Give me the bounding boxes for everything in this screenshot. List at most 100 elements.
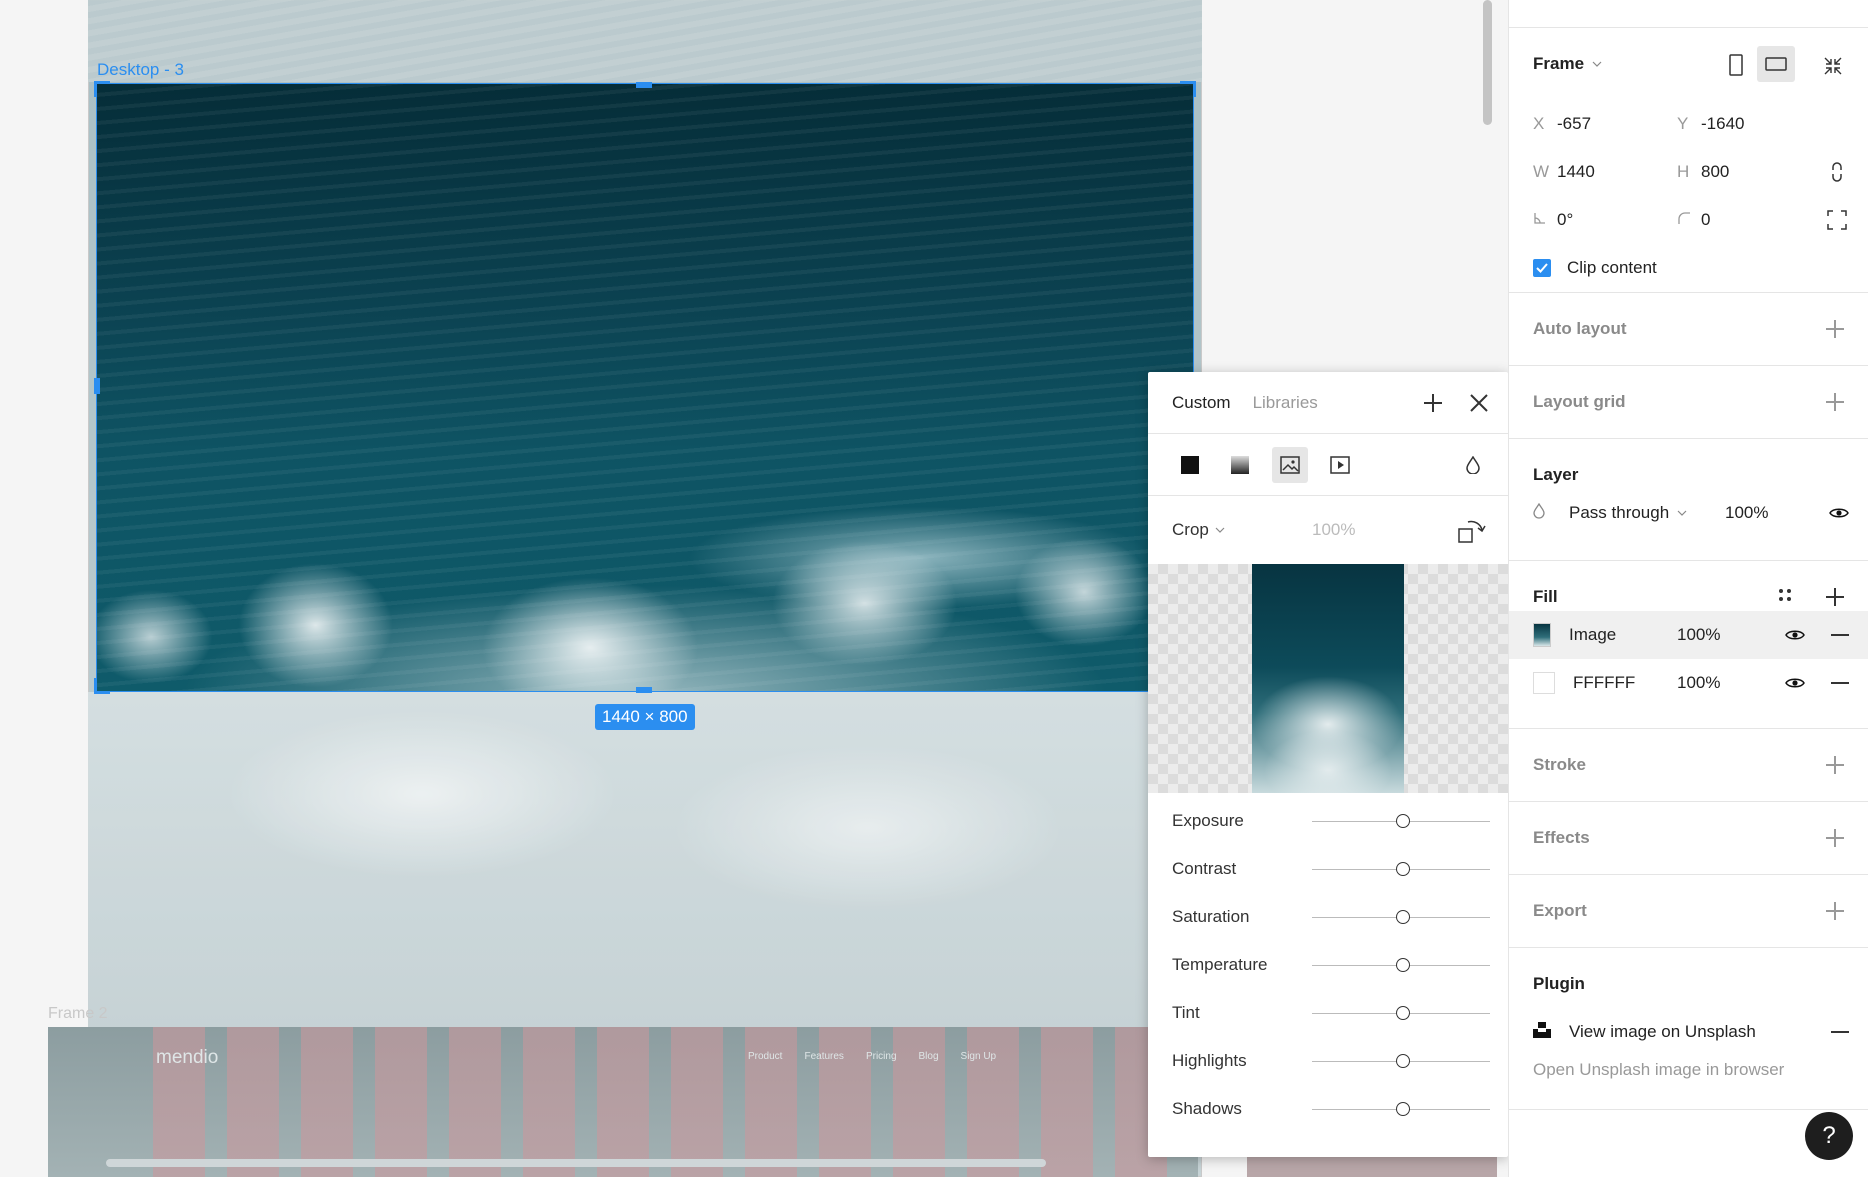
exposure-slider-knob[interactable]	[1396, 814, 1410, 828]
chevron-down-icon	[1215, 527, 1225, 533]
frame2-label[interactable]: Frame 2	[48, 1005, 108, 1023]
rotation-field[interactable]: 0°	[1533, 210, 1677, 230]
blend-mode-icon	[1533, 502, 1569, 524]
fill-row-color[interactable]: FFFFFF 100%	[1509, 659, 1868, 707]
chevron-down-icon	[1592, 61, 1602, 67]
add-fill-icon[interactable]	[1826, 588, 1844, 606]
tint-slider-knob[interactable]	[1396, 1006, 1410, 1020]
w-field[interactable]: W 1440	[1533, 162, 1677, 182]
resize-handle-top[interactable]	[636, 82, 652, 88]
fill-name[interactable]: FFFFFF	[1573, 673, 1635, 693]
layer-title: Layer	[1533, 465, 1579, 484]
fill-row-image[interactable]: Image 100%	[1509, 611, 1868, 659]
y-label: Y	[1677, 114, 1689, 133]
resize-handle-bottom[interactable]	[636, 687, 652, 693]
image-fill-icon[interactable]	[1272, 446, 1308, 483]
resize-to-fit-icon[interactable]	[1823, 56, 1843, 81]
radius-value: 0	[1701, 210, 1711, 229]
eye-icon[interactable]	[1785, 628, 1805, 642]
adjust-exposure: Exposure	[1148, 797, 1508, 845]
rotate-image-icon[interactable]	[1458, 518, 1486, 549]
fill-name[interactable]: Image	[1569, 625, 1616, 645]
video-fill-icon[interactable]	[1322, 447, 1358, 483]
canvas-vertical-scrollbar[interactable]	[1483, 0, 1492, 125]
position-row: X -657 Y -1640	[1509, 100, 1868, 148]
landscape-icon[interactable]	[1757, 46, 1795, 82]
solid-fill-icon[interactable]	[1172, 447, 1208, 483]
crop-row: Crop 100%	[1148, 496, 1508, 564]
contrast-slider-knob[interactable]	[1396, 862, 1410, 876]
add-stroke-icon[interactable]	[1826, 756, 1844, 774]
add-auto-layout-icon[interactable]	[1826, 320, 1844, 338]
image-swatch[interactable]	[1533, 623, 1551, 647]
tab-libraries[interactable]: Libraries	[1253, 393, 1318, 413]
plugin-section: Plugin View image on Unsplash Open Unspl…	[1509, 948, 1868, 1110]
add-effect-icon[interactable]	[1826, 829, 1844, 847]
blend-mode-value: Pass through	[1569, 503, 1670, 522]
color-swatch[interactable]	[1533, 672, 1555, 694]
clip-content-checkbox[interactable]	[1533, 259, 1551, 277]
chevron-down-icon	[1677, 510, 1687, 516]
frame2-nav-item: Blog	[918, 1051, 939, 1062]
blend-mode-icon[interactable]	[1466, 455, 1480, 479]
gradient-fill-icon[interactable]	[1222, 447, 1258, 483]
w-value: 1440	[1557, 162, 1595, 181]
slider-label: Temperature	[1172, 955, 1268, 974]
plugin-row[interactable]: View image on Unsplash	[1509, 1008, 1868, 1056]
corner-radius-icon	[1677, 210, 1701, 230]
layer-opacity[interactable]: 100%	[1725, 503, 1768, 523]
portrait-icon[interactable]	[1729, 54, 1743, 81]
add-layout-grid-icon[interactable]	[1826, 393, 1844, 411]
h-value: 800	[1701, 162, 1730, 181]
help-button[interactable]: ?	[1805, 1112, 1853, 1160]
y-value: -1640	[1701, 114, 1745, 133]
h-field[interactable]: H 800	[1677, 162, 1729, 182]
frame-label[interactable]: Desktop - 3	[97, 60, 184, 80]
image-preview[interactable]	[1148, 564, 1508, 793]
style-grid-icon[interactable]	[1778, 587, 1792, 607]
crop-mode-dropdown[interactable]: Crop	[1172, 520, 1225, 540]
auto-layout-title: Auto layout	[1533, 319, 1627, 338]
image-adjustments: Exposure Contrast Saturation Temperature…	[1148, 797, 1508, 1133]
highlights-slider-knob[interactable]	[1396, 1054, 1410, 1068]
x-label: X	[1533, 114, 1545, 133]
slider-label: Exposure	[1172, 811, 1244, 830]
add-style-icon[interactable]	[1424, 394, 1442, 417]
image-overflow-bottom	[88, 692, 1202, 1032]
fill-opacity[interactable]: 100%	[1677, 625, 1720, 645]
image-scale-value[interactable]: 100%	[1312, 520, 1355, 540]
resize-handle-bottom-left[interactable]	[94, 678, 110, 694]
frame2-nav: Product Features Pricing Blog Sign Up	[748, 1051, 996, 1062]
unsplash-icon	[1533, 1021, 1569, 1043]
stroke-title: Stroke	[1533, 755, 1586, 774]
adjust-highlights: Highlights	[1148, 1037, 1508, 1085]
constrain-proportions-icon[interactable]	[1831, 162, 1843, 187]
shadows-slider-knob[interactable]	[1396, 1102, 1410, 1116]
remove-plugin-icon[interactable]	[1831, 1031, 1849, 1033]
plugin-action[interactable]: View image on Unsplash	[1569, 1022, 1756, 1042]
remove-fill-icon[interactable]	[1831, 634, 1849, 636]
close-icon[interactable]	[1470, 394, 1488, 417]
adjust-tint: Tint	[1148, 989, 1508, 1037]
eye-icon[interactable]	[1829, 506, 1849, 520]
saturation-slider-knob[interactable]	[1396, 910, 1410, 924]
frame2-nav-item: Sign Up	[960, 1051, 997, 1062]
blend-mode-dropdown[interactable]: Pass through	[1569, 503, 1687, 523]
stroke-header: Stroke	[1509, 729, 1868, 801]
fill-opacity[interactable]: 100%	[1677, 673, 1720, 693]
tab-custom[interactable]: Custom	[1172, 393, 1231, 413]
y-field[interactable]: Y -1640	[1677, 114, 1744, 134]
add-export-icon[interactable]	[1826, 902, 1844, 920]
x-field[interactable]: X -657	[1533, 114, 1677, 134]
remove-fill-icon[interactable]	[1831, 682, 1849, 684]
frame-type-dropdown[interactable]: Frame	[1533, 54, 1602, 74]
frame2-scrollbar[interactable]	[106, 1159, 1046, 1167]
eye-icon[interactable]	[1785, 676, 1805, 690]
resize-handle-top-left[interactable]	[94, 81, 110, 97]
temperature-slider-knob[interactable]	[1396, 958, 1410, 972]
frame-2[interactable]: mendio Product Features Pricing Blog Sig…	[48, 1027, 1198, 1177]
resize-handle-top-right[interactable]	[1180, 81, 1196, 97]
radius-field[interactable]: 0	[1677, 210, 1710, 230]
resize-handle-left[interactable]	[94, 378, 100, 394]
independent-corners-icon[interactable]	[1827, 210, 1847, 235]
